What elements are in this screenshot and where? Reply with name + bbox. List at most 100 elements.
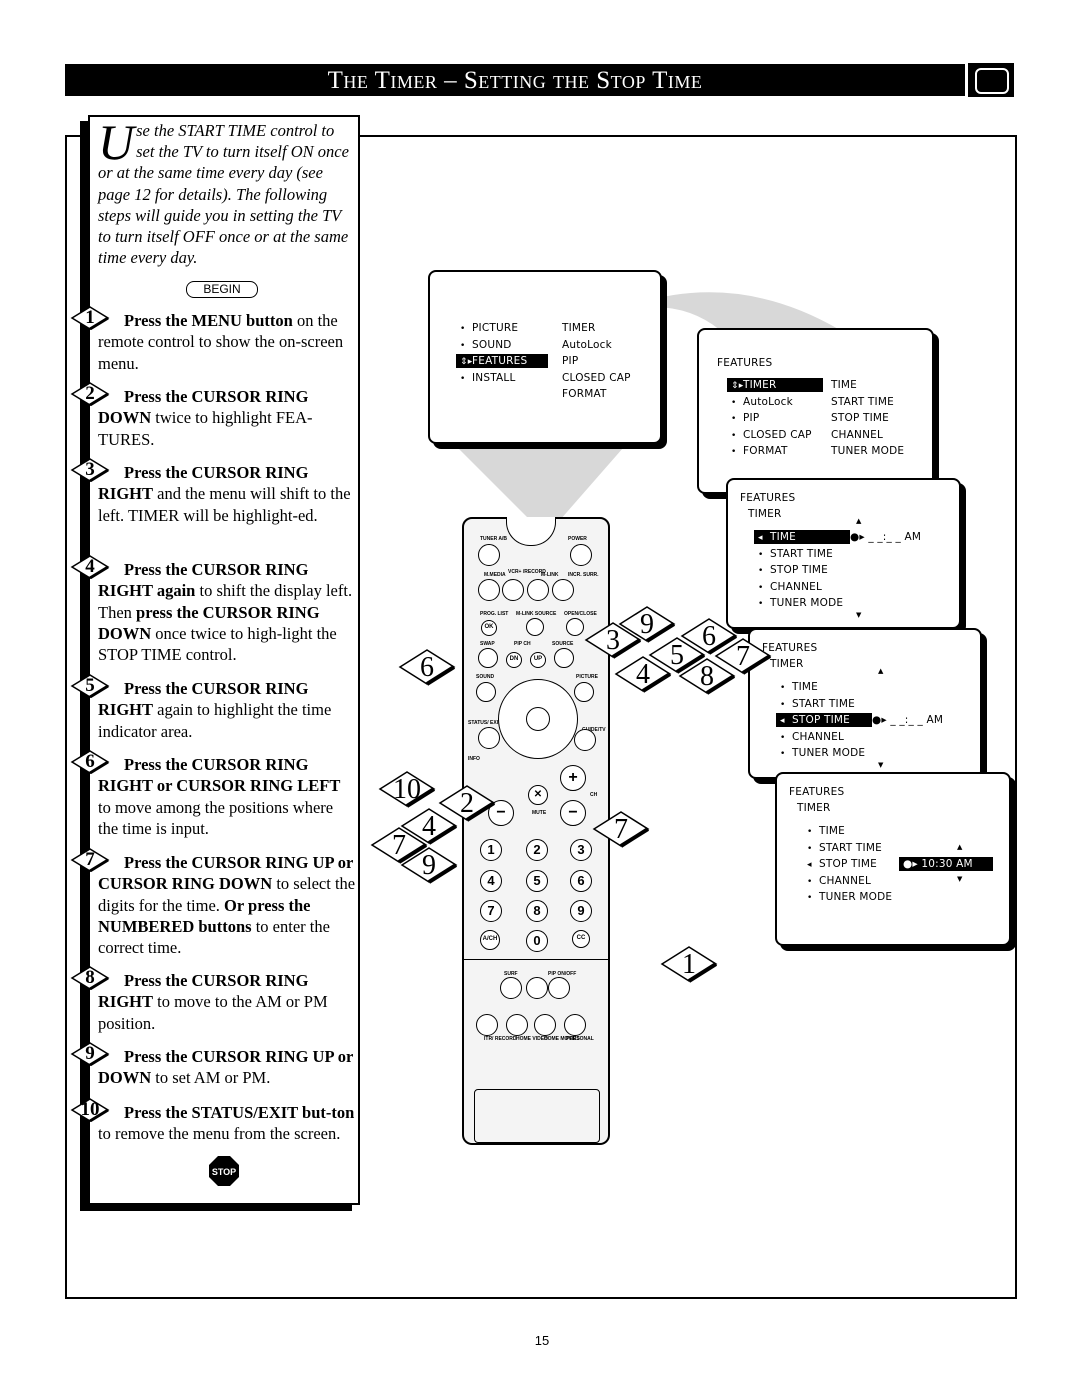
menu-screen-3: FEATURES TIMER ◂ TIME ●▸ _ _:_ _ AM • START TI… bbox=[726, 478, 961, 629]
remote-control: TUNER A/B POWER M.MEDIA VCR+ /RECORD M-LINK I… bbox=[462, 517, 610, 1145]
menu-item[interactable]: ⇕▸FEATURES bbox=[456, 354, 548, 368]
menu-item[interactable]: • TIME bbox=[776, 680, 870, 694]
remote-button-16[interactable]: 0 bbox=[526, 930, 548, 952]
remote-button-12[interactable]: 7 bbox=[480, 900, 502, 922]
step-bold-text: Press the CURSOR RING RIGHT or CURSOR RI… bbox=[98, 755, 341, 796]
remote-button[interactable] bbox=[574, 729, 596, 751]
scroll-down-arrow-icon[interactable]: ▼ bbox=[957, 872, 963, 886]
remote-button[interactable] bbox=[564, 1014, 586, 1036]
menu-item[interactable]: • TUNER MODE bbox=[776, 746, 870, 760]
remote-button-0[interactable]: OK bbox=[481, 620, 497, 636]
menu-item[interactable]: ⇕▸TIMER bbox=[727, 378, 823, 392]
stop-sign-label: STOP bbox=[212, 1167, 236, 1177]
step-number-badge: 1 bbox=[70, 306, 110, 330]
menu-item[interactable]: • CHANNEL bbox=[803, 874, 897, 888]
callout-number: 7 bbox=[736, 641, 750, 672]
remote-ir-window bbox=[506, 517, 556, 546]
remote-button[interactable] bbox=[506, 1014, 528, 1036]
remote-label: PIP ON/OFF bbox=[548, 971, 577, 977]
step-callout-10: 10 bbox=[378, 770, 436, 808]
step-9: 9 Press the CURSOR RING UP or DOWN to set… bbox=[70, 1042, 356, 1089]
menu-item[interactable]: • INSTALL bbox=[456, 371, 550, 385]
menu-item[interactable]: • PICTURE bbox=[456, 321, 550, 335]
remote-button-10[interactable]: 5 bbox=[526, 870, 548, 892]
remote-button-11[interactable]: 6 bbox=[570, 870, 592, 892]
remote-button[interactable] bbox=[526, 618, 544, 636]
menu-item[interactable]: • START TIME bbox=[754, 547, 848, 561]
menu-item[interactable]: • CLOSED CAP bbox=[727, 428, 821, 442]
remote-label: INFO bbox=[468, 756, 480, 762]
menu-item[interactable]: • STOP TIME bbox=[754, 563, 848, 577]
scroll-up-arrow-icon[interactable]: ▲ bbox=[878, 664, 884, 678]
remote-button[interactable] bbox=[500, 977, 522, 999]
step-number-badge: 4 bbox=[70, 555, 110, 579]
remote-button[interactable] bbox=[478, 727, 500, 749]
remote-label: PIP CH bbox=[514, 641, 531, 647]
remote-button-9[interactable]: 4 bbox=[480, 870, 502, 892]
menu-item[interactable]: ◂ STOP TIME bbox=[803, 857, 897, 871]
remote-button-13[interactable]: 8 bbox=[526, 900, 548, 922]
remote-button-8[interactable]: 3 bbox=[570, 839, 592, 861]
menu-item-label: START TIME bbox=[770, 547, 833, 560]
menu-item-label: AutoLock bbox=[743, 395, 793, 408]
light-cone bbox=[450, 440, 630, 520]
step-callout-7: 7 bbox=[592, 810, 650, 848]
step-text: Press the CURSOR RING DOWN twice to high… bbox=[98, 386, 356, 450]
menu-item[interactable]: • CHANNEL bbox=[776, 730, 870, 744]
menu-item[interactable]: • CHANNEL bbox=[754, 580, 848, 594]
scroll-up-arrow-icon[interactable]: ▲ bbox=[856, 514, 862, 528]
scroll-down-arrow-icon[interactable]: ▼ bbox=[878, 758, 884, 772]
menu-item[interactable]: • FORMAT bbox=[727, 444, 821, 458]
menu-item[interactable]: • SOUND bbox=[456, 338, 550, 352]
step-callout-1: 1 bbox=[660, 945, 718, 983]
remote-button[interactable] bbox=[478, 579, 500, 601]
menu-item[interactable]: • AutoLock bbox=[727, 395, 821, 409]
bullet-icon: • bbox=[758, 599, 764, 609]
remote-button[interactable] bbox=[476, 682, 496, 702]
remote-button[interactable] bbox=[552, 579, 574, 601]
menu-item[interactable]: • TIME bbox=[803, 824, 897, 838]
remote-button-6[interactable]: 1 bbox=[480, 839, 502, 861]
remote-button-17[interactable]: CC bbox=[572, 930, 590, 948]
menu-item[interactable]: ◂ TIME bbox=[754, 530, 850, 544]
menu-item-value: TIME bbox=[831, 379, 858, 391]
remote-button[interactable] bbox=[548, 977, 570, 999]
bullet-icon: • bbox=[460, 340, 466, 351]
step-number-badge: 3 bbox=[70, 458, 110, 482]
remote-button[interactable] bbox=[502, 579, 524, 601]
menu-item[interactable]: • START TIME bbox=[776, 697, 870, 711]
remote-button[interactable] bbox=[526, 977, 548, 999]
remote-button[interactable] bbox=[476, 1014, 498, 1036]
remote-button[interactable] bbox=[534, 1014, 556, 1036]
step-number: 4 bbox=[85, 556, 95, 577]
remote-button[interactable] bbox=[478, 648, 498, 668]
scroll-up-arrow-icon[interactable]: ▲ bbox=[957, 840, 963, 854]
remote-button-4[interactable]: − bbox=[560, 800, 586, 826]
remote-button-3[interactable]: + bbox=[560, 765, 586, 791]
scroll-down-arrow-icon[interactable]: ▼ bbox=[856, 608, 862, 622]
remote-button-7[interactable]: 2 bbox=[526, 839, 548, 861]
callout-number: 10 bbox=[393, 774, 421, 805]
menu-item[interactable]: • TUNER MODE bbox=[754, 596, 848, 610]
remote-button-1[interactable]: DN bbox=[506, 652, 522, 668]
remote-button[interactable] bbox=[554, 648, 574, 668]
remote-button[interactable] bbox=[527, 579, 549, 601]
cursor-ring-center-button[interactable] bbox=[526, 707, 550, 731]
remote-button-15[interactable]: A/CH bbox=[480, 930, 500, 950]
step-number: 2 bbox=[85, 383, 95, 404]
menu-item[interactable]: • PIP bbox=[727, 411, 821, 425]
cursor-icon: ◂ bbox=[780, 716, 785, 726]
mute-icon[interactable]: ✕ bbox=[528, 785, 548, 805]
step-text: Press the CURSOR RING UP or CURSOR RING … bbox=[98, 852, 356, 958]
remote-button-2[interactable]: UP bbox=[530, 652, 546, 668]
remote-button[interactable] bbox=[570, 544, 592, 566]
remote-label: SOUND bbox=[476, 674, 495, 680]
menu-item[interactable] bbox=[456, 387, 550, 401]
menu-item[interactable]: • START TIME bbox=[803, 841, 897, 855]
remote-button-14[interactable]: 9 bbox=[570, 900, 592, 922]
remote-button[interactable] bbox=[574, 682, 594, 702]
remote-button[interactable] bbox=[478, 544, 500, 566]
menu-item[interactable]: ◂ STOP TIME bbox=[776, 713, 872, 727]
menu-item[interactable]: • TUNER MODE bbox=[803, 890, 897, 904]
remote-button[interactable] bbox=[566, 618, 584, 636]
